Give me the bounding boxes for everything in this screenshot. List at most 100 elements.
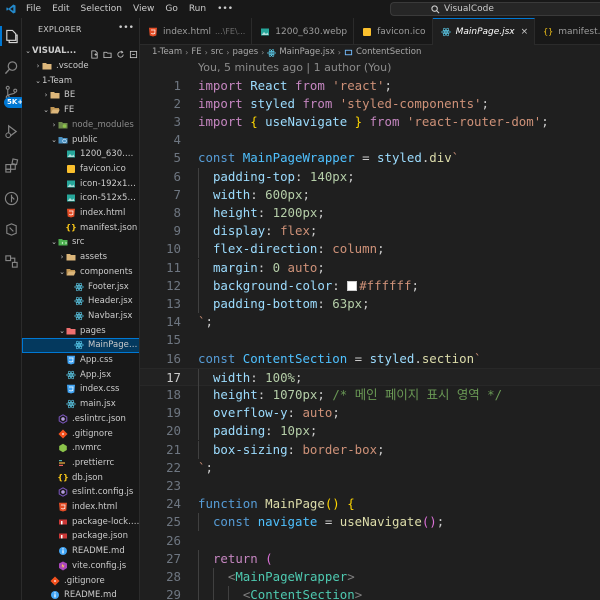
code-line[interactable]: 3 import { useNavigate } from 'react-rout… bbox=[140, 113, 600, 131]
remote-explorer-icon[interactable] bbox=[2, 220, 20, 238]
tree-folder-be[interactable]: › BE bbox=[22, 88, 139, 103]
tree-file-mainpage-jsx[interactable]: MainPage.jsx bbox=[22, 338, 139, 353]
tree-file-nvmrc[interactable]: .nvmrc bbox=[22, 441, 139, 456]
tree-folder-public[interactable]: ⌄ public bbox=[22, 132, 139, 147]
code-line[interactable]: 28 <MainPageWrapper> bbox=[140, 567, 600, 587]
code-line[interactable]: 11 margin: 0 auto; bbox=[140, 258, 600, 277]
tree-file-header-jsx[interactable]: Header.jsx bbox=[22, 294, 139, 309]
breadcrumb-item[interactable]: pages bbox=[232, 47, 258, 57]
tree-folder-assets[interactable]: › assets bbox=[22, 250, 139, 265]
code-line[interactable]: 15 bbox=[140, 331, 600, 349]
code-line[interactable]: 5 const MainPageWrapper = styled.div` bbox=[140, 149, 600, 167]
tab-1200-630-webp[interactable]: 1200_630.webp bbox=[252, 18, 355, 45]
code-line[interactable]: 18 height: 1070px; /* 메인 페이지 표시 영역 */ bbox=[140, 385, 600, 405]
tree-file-readme-md[interactable]: README.md bbox=[22, 544, 139, 559]
new-file-icon[interactable] bbox=[90, 44, 99, 59]
tree-file-gitignore[interactable]: .gitignore bbox=[22, 573, 139, 588]
breadcrumb-item[interactable]: ContentSection bbox=[356, 47, 421, 57]
code-line[interactable]: 2 import styled from 'styled-components'; bbox=[140, 95, 600, 113]
code-line[interactable]: 23 bbox=[140, 477, 600, 495]
breadcrumb-item[interactable]: src bbox=[211, 47, 223, 57]
new-folder-icon[interactable] bbox=[103, 44, 112, 59]
code-line[interactable]: 20 padding: 10px; bbox=[140, 422, 600, 441]
tree-file-footer-jsx[interactable]: Footer.jsx bbox=[22, 279, 139, 294]
code-line[interactable]: 21 box-sizing: border-box; bbox=[140, 440, 600, 459]
tree-folder-vscode[interactable]: › .vscode bbox=[22, 59, 139, 74]
code-line[interactable]: 6 padding-top: 140px; bbox=[140, 167, 600, 186]
tree-folder-fe[interactable]: ⌄ FE bbox=[22, 103, 139, 118]
code-line[interactable]: 25 const navigate = useNavigate(); bbox=[140, 513, 600, 532]
tree-file-index-html[interactable]: index.html bbox=[22, 206, 139, 221]
tree-file-app-css[interactable]: App.css bbox=[22, 353, 139, 368]
menu-go[interactable]: Go bbox=[165, 4, 177, 14]
code-line[interactable]: 16 const ContentSection = styled.section` bbox=[140, 350, 600, 368]
refresh-icon[interactable] bbox=[116, 44, 125, 58]
code-line[interactable]: 19 overflow-y: auto; bbox=[140, 404, 600, 423]
testing-icon[interactable] bbox=[2, 252, 20, 270]
menu-run[interactable]: Run bbox=[189, 4, 206, 14]
tree-file-index-html[interactable]: index.html bbox=[22, 500, 139, 515]
tree-file-db-json[interactable]: {} db.json bbox=[22, 470, 139, 485]
tree-folder-node-modules[interactable]: › node_modules bbox=[22, 118, 139, 133]
menu-selection[interactable]: Selection bbox=[81, 4, 122, 14]
code-line[interactable]: 8 height: 1200px; bbox=[140, 203, 600, 223]
menu-view[interactable]: View bbox=[133, 4, 154, 14]
collapse-all-icon[interactable] bbox=[129, 44, 138, 59]
github-icon[interactable] bbox=[2, 189, 20, 207]
tab-mainpage-jsx[interactable]: MainPage.jsx × bbox=[432, 18, 536, 45]
tree-file-icon-192x192[interactable]: icon-192x192... bbox=[22, 176, 139, 191]
command-center-search[interactable]: VisualCode bbox=[390, 2, 600, 16]
tree-file-index-css[interactable]: index.css bbox=[22, 382, 139, 397]
tree-file-app-jsx[interactable]: App.jsx bbox=[22, 367, 139, 382]
code-line[interactable]: 13 padding-bottom: 63px; bbox=[140, 294, 600, 314]
tree-file-manifest-json[interactable]: {} manifest.json bbox=[22, 220, 139, 235]
tree-file-package-json[interactable]: package.json bbox=[22, 529, 139, 544]
extensions-icon[interactable] bbox=[2, 156, 20, 174]
explorer-files-icon[interactable] bbox=[2, 27, 20, 45]
tree-file-eslint-config-js[interactable]: eslint.config.js bbox=[22, 485, 139, 500]
menu-file[interactable]: File bbox=[26, 4, 41, 14]
menu-edit[interactable]: Edit bbox=[52, 4, 69, 14]
explorer-more-button[interactable]: ••• bbox=[118, 23, 134, 33]
tree-folder-components[interactable]: ⌄ components bbox=[22, 265, 139, 280]
tab-manifest-json[interactable]: {} manifest.json bbox=[535, 18, 600, 45]
search-icon[interactable] bbox=[2, 58, 20, 76]
tree-file-main-jsx[interactable]: main.jsx bbox=[22, 397, 139, 412]
breadcrumb-item[interactable]: MainPage.jsx bbox=[279, 47, 334, 57]
tree-file-navbar-jsx[interactable]: Navbar.jsx bbox=[22, 309, 139, 324]
tree-folder-1-team[interactable]: ⌄ 1-Team bbox=[22, 73, 139, 88]
tree-file-eslintrc-json[interactable]: .eslintrc.json bbox=[22, 412, 139, 427]
code-line[interactable]: 26 bbox=[140, 532, 600, 550]
tree-file-1200-630-webp[interactable]: 1200_630.webp bbox=[22, 147, 139, 162]
tree-file-favicon-ico[interactable]: favicon.ico bbox=[22, 162, 139, 177]
breadcrumb-item[interactable]: 1-Team bbox=[152, 47, 182, 57]
code-line[interactable]: 4 bbox=[140, 131, 600, 149]
tab-index-html[interactable]: index.html ...\FE\... bbox=[140, 18, 253, 45]
tree-file-readme-md[interactable]: README.md bbox=[22, 588, 139, 600]
code-line[interactable]: 12 background-color: #ffffff; bbox=[140, 276, 600, 295]
tree-file-package-lock-j[interactable]: package-lock.j... bbox=[22, 514, 139, 529]
tree-file-icon-512x512[interactable]: icon-512x512... bbox=[22, 191, 139, 206]
run-debug-icon[interactable] bbox=[2, 122, 20, 140]
code-line[interactable]: 27 return ( bbox=[140, 549, 600, 568]
code-editor[interactable]: You, 5 minutes ago | 1 author (You) 1 imp… bbox=[140, 59, 600, 600]
menu-more[interactable]: ••• bbox=[217, 4, 233, 14]
code-line[interactable]: 9 display: flex; bbox=[140, 222, 600, 241]
tree-file-gitignore[interactable]: .gitignore bbox=[22, 426, 139, 441]
code-line[interactable]: 29 <ContentSection> bbox=[140, 586, 600, 600]
tree-folder-src[interactable]: ⌄ src bbox=[22, 235, 139, 250]
code-line[interactable]: 17 width: 100%; bbox=[140, 367, 600, 387]
code-line[interactable]: 7 width: 600px; bbox=[140, 185, 600, 204]
git-blame-annotation[interactable]: You, 5 minutes ago | 1 author (You) bbox=[198, 59, 391, 77]
color-swatch[interactable] bbox=[347, 280, 358, 291]
code-line[interactable]: 14 `; bbox=[140, 313, 600, 331]
code-line[interactable]: 10 flex-direction: column; bbox=[140, 240, 600, 259]
tree-folder-pages[interactable]: ⌄ pages bbox=[22, 323, 139, 338]
tree-file-prettierrc[interactable]: .prettierrc bbox=[22, 456, 139, 471]
tree-file-vite-config-js[interactable]: vite.config.js bbox=[22, 559, 139, 574]
close-icon[interactable]: × bbox=[521, 27, 529, 37]
breadcrumb-item[interactable]: FE bbox=[191, 47, 201, 57]
tab-favicon-ico[interactable]: favicon.ico bbox=[354, 18, 433, 45]
code-line[interactable]: 1 import React from 'react'; bbox=[140, 77, 600, 95]
code-line[interactable]: 22 `; bbox=[140, 459, 600, 477]
